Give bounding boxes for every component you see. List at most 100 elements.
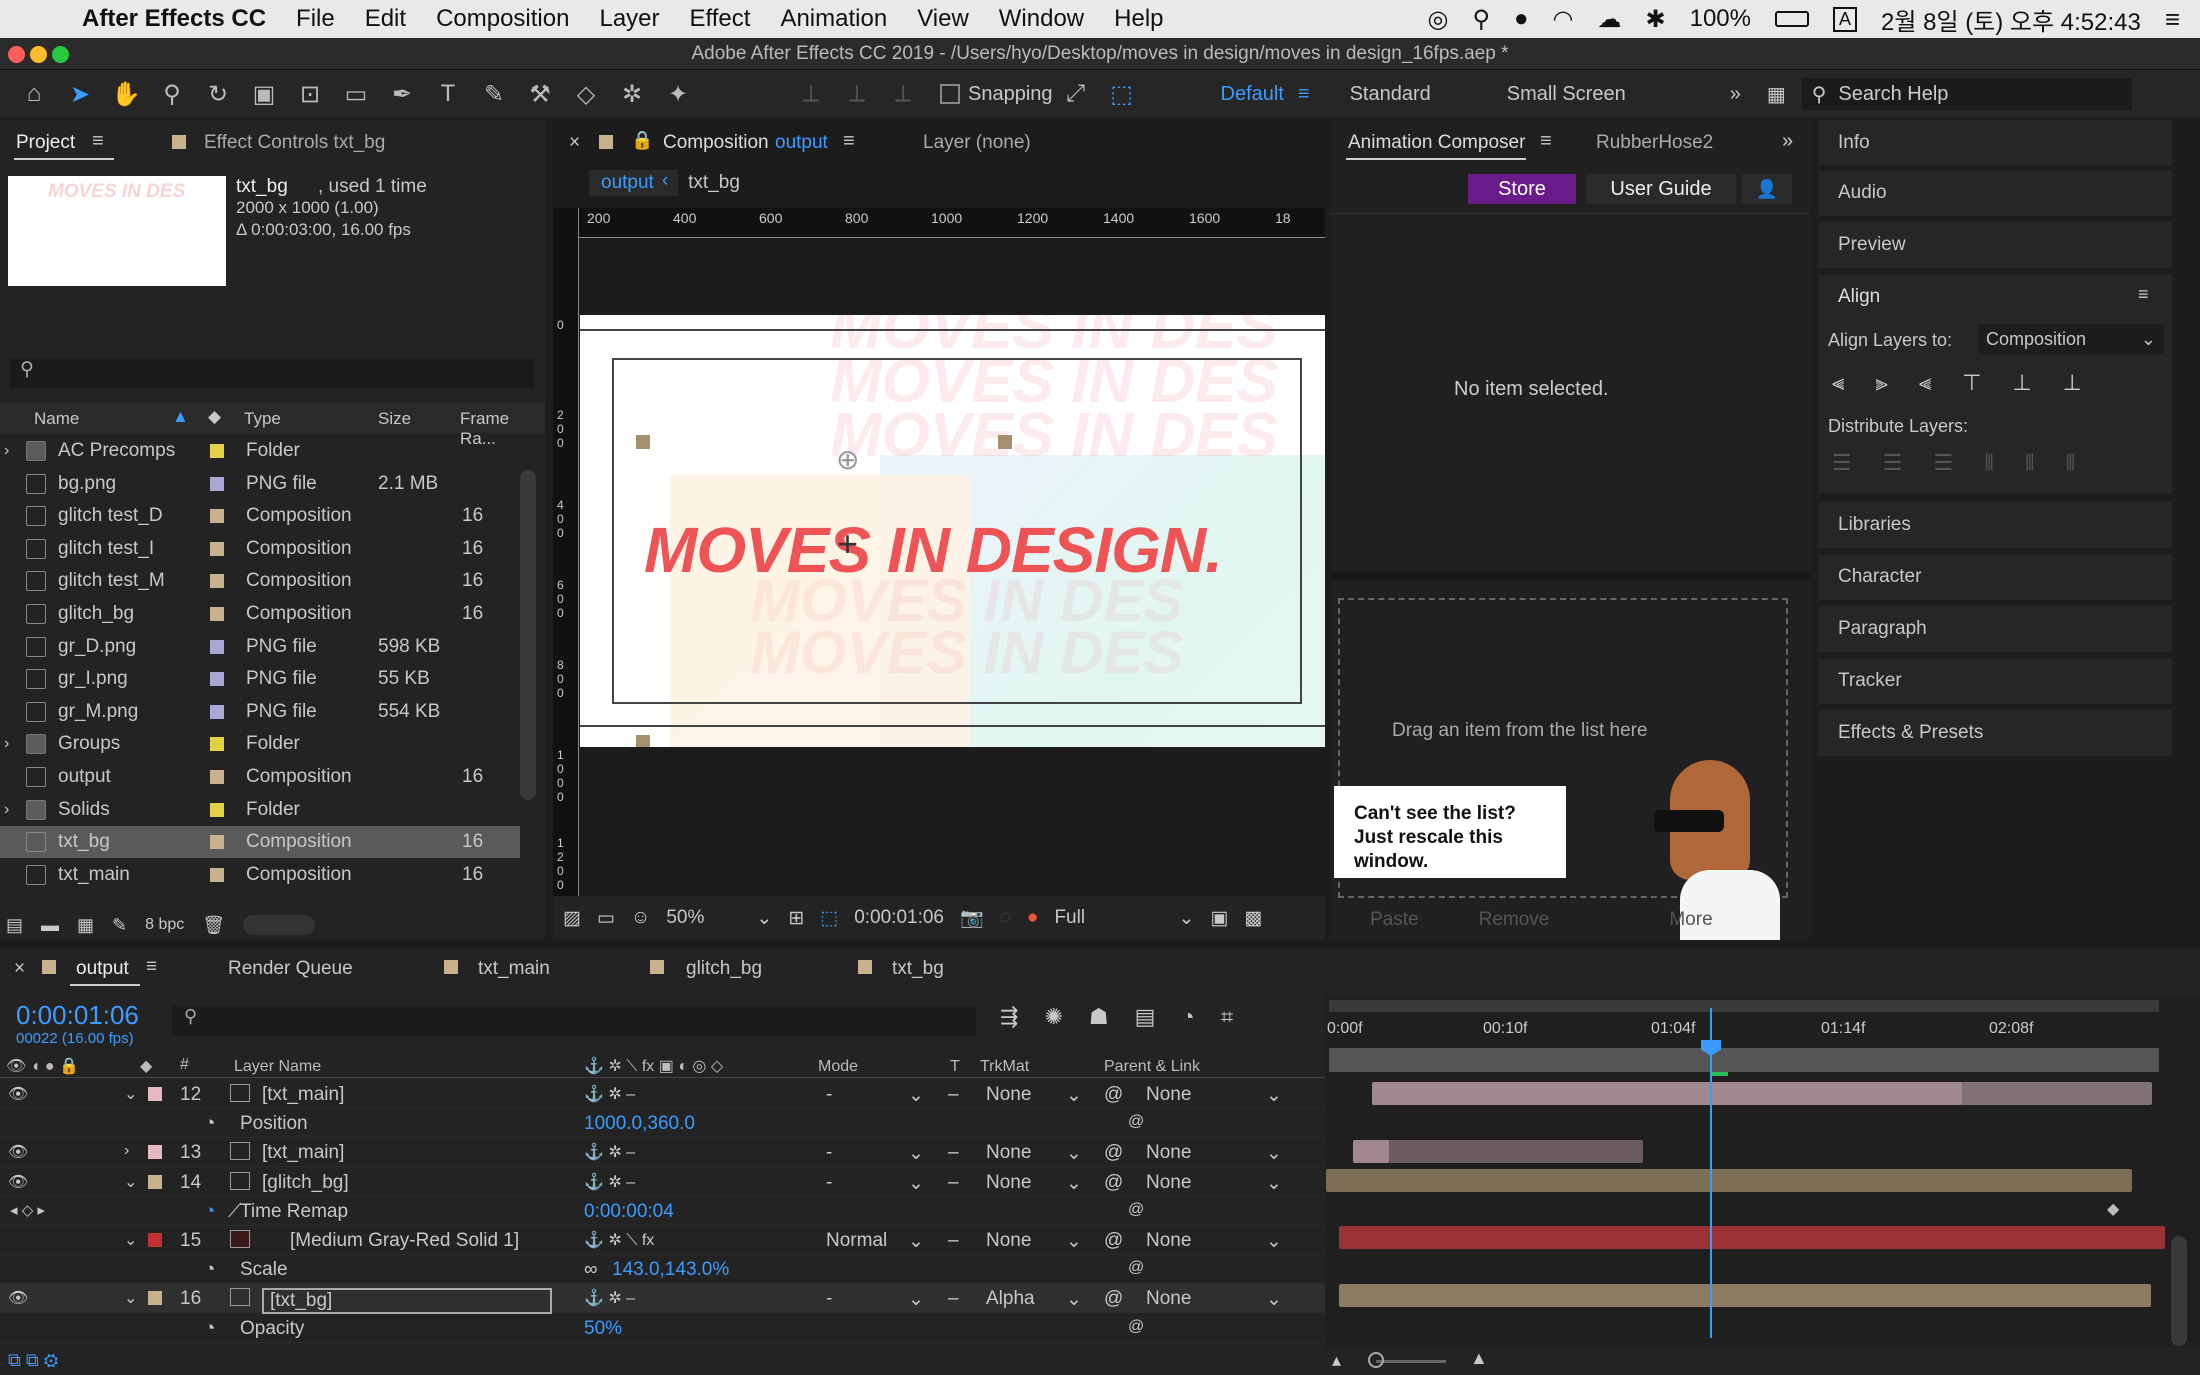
- axis-view-icon[interactable]: ⟂: [883, 74, 923, 114]
- layer-name[interactable]: [Medium Gray-Red Solid 1]: [290, 1230, 519, 1252]
- workspace-icon[interactable]: ▦: [1767, 82, 1786, 107]
- snap-edge-icon[interactable]: ⤢: [1056, 74, 1096, 114]
- messages-icon[interactable]: ●: [1514, 5, 1529, 33]
- creative-cloud-icon[interactable]: ◎: [1428, 5, 1449, 34]
- project-search-field[interactable]: ⚲: [10, 358, 534, 388]
- axis-local-icon[interactable]: ⟂: [791, 74, 831, 114]
- layer-name[interactable]: [txt_main]: [262, 1142, 344, 1164]
- col-type[interactable]: Type: [244, 409, 281, 429]
- menu-animation[interactable]: Animation: [780, 5, 887, 33]
- link-icon[interactable]: ∞: [584, 1259, 598, 1281]
- timecode[interactable]: 0:00:01:06: [16, 1000, 139, 1031]
- align-menu-icon[interactable]: ≡: [2138, 284, 2149, 305]
- stopwatch-icon[interactable]: ◔: [204, 1259, 215, 1281]
- disclosure-triangle-icon[interactable]: ›: [4, 735, 9, 753]
- col-mode[interactable]: Mode: [818, 1058, 858, 1076]
- trkmat-value[interactable]: None: [986, 1084, 1031, 1106]
- layer-bar-14[interactable]: [1326, 1169, 2132, 1192]
- puppet-tool-icon[interactable]: ✦: [658, 74, 698, 114]
- minimize-window-button[interactable]: [30, 46, 47, 63]
- axis-world-icon[interactable]: ⟂: [837, 74, 877, 114]
- preserve-transparency[interactable]: –: [948, 1230, 959, 1252]
- expression-icon[interactable]: @: [1128, 1259, 1144, 1277]
- close-timeline-icon[interactable]: ×: [14, 958, 25, 980]
- transparency-grid-icon[interactable]: ▩: [1244, 907, 1262, 930]
- project-item[interactable]: glitch test_I Composition 16: [0, 533, 520, 565]
- work-area-bar[interactable]: [1329, 1000, 2159, 1012]
- menu-layer[interactable]: Layer: [599, 5, 659, 33]
- twirl-icon[interactable]: ⌄: [124, 1172, 137, 1192]
- distribute-top-icon[interactable]: ☰: [1832, 450, 1852, 476]
- twirl-icon[interactable]: ⌄: [124, 1288, 137, 1308]
- layer-bar-13[interactable]: [1353, 1140, 1643, 1163]
- expression-icon[interactable]: @: [1128, 1113, 1144, 1131]
- layer-name[interactable]: [txt_bg]: [262, 1288, 552, 1315]
- trkmat-value[interactable]: None: [986, 1172, 1031, 1194]
- pickwhip-icon[interactable]: @: [1104, 1230, 1123, 1252]
- project-item[interactable]: glitch test_M Composition 16: [0, 565, 520, 597]
- always-preview-icon[interactable]: ▨: [563, 907, 581, 930]
- pan-behind-tool-icon[interactable]: ⊡: [290, 74, 330, 114]
- timeline-search-field[interactable]: ⚲: [172, 1006, 976, 1036]
- disclosure-triangle-icon[interactable]: ›: [4, 442, 9, 460]
- project-item[interactable]: glitch test_D Composition 16: [0, 500, 520, 532]
- layer-switches[interactable]: ⚓ ✲ ⟍ fx: [584, 1230, 654, 1250]
- distribute-vcenter-icon[interactable]: ☰: [1883, 450, 1903, 476]
- col-parent[interactable]: Parent & Link: [1104, 1058, 1200, 1076]
- zoom-window-button[interactable]: [52, 46, 69, 63]
- col-t[interactable]: T: [950, 1058, 960, 1076]
- tab-effect-controls[interactable]: Effect Controls txt_bg: [204, 132, 385, 154]
- project-item[interactable]: › AC Precomps Folder: [0, 435, 520, 467]
- trkmat-value[interactable]: None: [986, 1142, 1031, 1164]
- store-button[interactable]: Store: [1468, 174, 1576, 204]
- layer-name[interactable]: [txt_main]: [262, 1084, 344, 1106]
- preserve-transparency[interactable]: –: [948, 1142, 959, 1164]
- menu-composition[interactable]: Composition: [436, 5, 569, 33]
- workspace-standard[interactable]: Standard: [1350, 83, 1431, 106]
- channel-icon[interactable]: ●: [1027, 907, 1038, 929]
- spotlight-icon[interactable]: ⚲: [1472, 5, 1490, 34]
- toggle-region-icon[interactable]: ▣: [1210, 907, 1228, 930]
- more-button[interactable]: More: [1669, 909, 1712, 931]
- project-scrollbar[interactable]: [520, 470, 536, 800]
- parent-value[interactable]: None: [1146, 1230, 1191, 1252]
- menu-effect[interactable]: Effect: [690, 5, 751, 33]
- bpc-label[interactable]: 8 bpc: [145, 916, 184, 934]
- project-item[interactable]: › Groups Folder: [0, 728, 520, 760]
- anchor-point-icon[interactable]: ⊕: [836, 443, 859, 476]
- layer-row[interactable]: 👁 ⌄ 12 [txt_main] ⚓ ✲ – - ⌄ – None ⌄ @ None ⌄: [0, 1080, 1325, 1109]
- tab-composition[interactable]: Composition: [663, 132, 769, 154]
- project-item[interactable]: txt_main Composition 16: [0, 859, 520, 891]
- motion-blur-icon[interactable]: ◔: [1181, 1004, 1194, 1030]
- pickwhip-icon[interactable]: @: [1104, 1084, 1123, 1106]
- interpret-footage-icon[interactable]: ▤: [6, 915, 23, 936]
- preserve-transparency[interactable]: –: [948, 1084, 959, 1106]
- parent-value[interactable]: None: [1146, 1288, 1191, 1310]
- tab-composition-name[interactable]: output: [775, 132, 828, 154]
- layer-row[interactable]: ⌄ 15 [Medium Gray-Red Solid 1] ⚓ ✲ ⟍ fx Norm…: [0, 1226, 1325, 1255]
- zoom-out-icon[interactable]: ▴: [1332, 1350, 1341, 1371]
- zoom-slider-handle[interactable]: [1368, 1352, 1384, 1368]
- col-name[interactable]: Name: [34, 409, 79, 429]
- more-tabs-icon[interactable]: »: [1782, 130, 1793, 153]
- project-item[interactable]: › Solids Folder: [0, 794, 520, 826]
- property-value[interactable]: 50%: [584, 1318, 622, 1340]
- tab-txt-bg[interactable]: txt_bg: [892, 958, 944, 980]
- lock-icon[interactable]: 🔒: [631, 130, 653, 151]
- zoom-tool-icon[interactable]: ⚲: [152, 74, 192, 114]
- align-vcenter-icon[interactable]: ⊥: [2012, 370, 2031, 396]
- tab-project[interactable]: Project: [16, 132, 75, 154]
- home-icon[interactable]: ⌂: [14, 74, 54, 114]
- type-tool-icon[interactable]: T: [428, 74, 468, 114]
- mask-icon[interactable]: ☺: [631, 907, 650, 929]
- current-time[interactable]: 0:00:01:06: [854, 907, 944, 929]
- trkmat-value[interactable]: Alpha: [986, 1288, 1035, 1310]
- menu-window[interactable]: Window: [999, 5, 1084, 33]
- menu-view[interactable]: View: [917, 5, 969, 33]
- eye-icon[interactable]: 👁: [8, 1084, 28, 1104]
- effects-presets-panel[interactable]: Effects & Presets: [1818, 710, 2172, 756]
- delete-icon[interactable]: 🗑: [202, 915, 225, 936]
- project-item[interactable]: gr_D.png PNG file 598 KB: [0, 631, 520, 663]
- workspace-menu-icon[interactable]: ≡: [1298, 83, 1310, 106]
- eraser-tool-icon[interactable]: ◇: [566, 74, 606, 114]
